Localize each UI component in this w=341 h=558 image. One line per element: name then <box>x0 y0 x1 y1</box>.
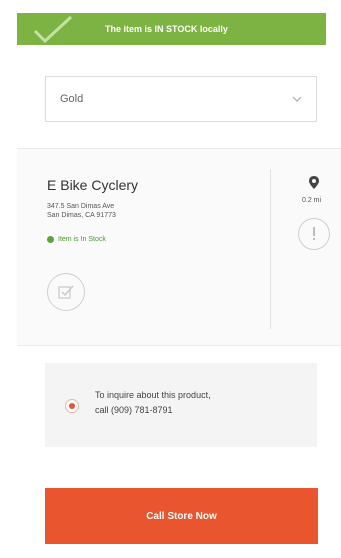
store-address: 347.5 San Dimas Ave San Dimas, CA 91773 <box>47 202 116 220</box>
divider <box>270 169 271 329</box>
call-store-button[interactable]: Call Store Now <box>45 488 318 544</box>
stock-status: Item is In Stock <box>47 236 106 243</box>
inquire-line1: To inquire about this product, <box>95 390 211 400</box>
map-pin-icon <box>309 176 319 189</box>
banner-text: The item is IN STOCK locally <box>105 24 228 34</box>
chevron-down-icon <box>292 96 302 102</box>
store-name: E Bike Cyclery <box>47 177 139 193</box>
color-select-value: Gold <box>60 93 84 105</box>
store-check-button[interactable] <box>47 273 85 311</box>
info-icon <box>313 227 315 240</box>
store-distance: 0.2 mi <box>302 197 322 204</box>
in-stock-dot-icon <box>47 236 54 243</box>
inquire-box: To inquire about this product, call (909… <box>45 363 317 447</box>
stock-status-text: Item is In Stock <box>58 236 106 243</box>
in-stock-banner: The item is IN STOCK locally <box>17 13 326 45</box>
checkmark-icon <box>33 15 73 43</box>
color-select[interactable]: Gold <box>45 76 317 122</box>
store-info-button[interactable] <box>298 218 330 250</box>
store-card: E Bike Cyclery 347.5 San Dimas Ave San D… <box>17 148 341 346</box>
store-address-line2: San Dimas, CA 91773 <box>47 212 116 219</box>
inquire-message: To inquire about this product, call (909… <box>95 388 295 418</box>
inquire-line2: call (909) 781-8791 <box>95 405 173 415</box>
inquire-radio[interactable] <box>65 399 79 413</box>
check-circle-icon <box>58 285 74 299</box>
store-address-line1: 347.5 San Dimas Ave <box>47 203 115 210</box>
